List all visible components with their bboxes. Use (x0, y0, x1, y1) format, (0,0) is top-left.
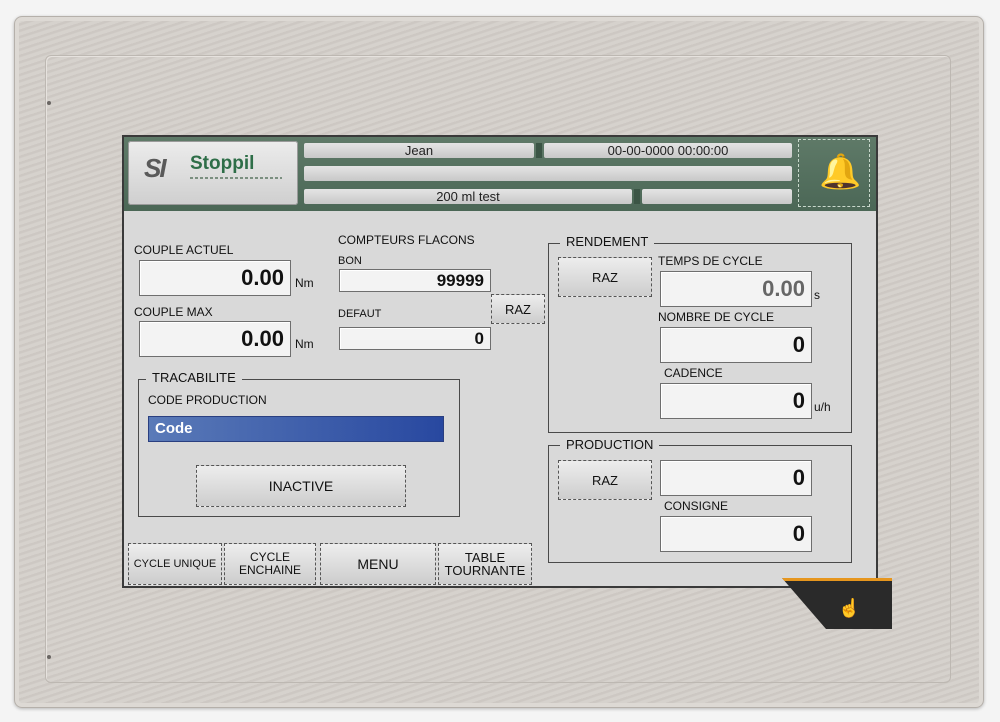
hmi-screen: SI Stoppil Jean 00-00-0000 00:00:00 200 … (122, 135, 878, 588)
production-reset-button[interactable]: RAZ (558, 460, 652, 500)
yield-title: RENDEMENT (560, 234, 655, 249)
production-code-label: CODE PRODUCTION (148, 393, 267, 407)
message-bar (304, 166, 792, 181)
good-count-label: BON (338, 255, 362, 267)
rate-unit: u/h (814, 400, 831, 414)
alarm-button[interactable]: 🔔 (798, 139, 870, 207)
screw (47, 101, 51, 105)
counters-title: COMPTEURS FLACONS (338, 233, 475, 247)
touch-hand-icon: ☝ (838, 598, 861, 618)
rate-value: 0 (660, 383, 812, 419)
inactive-button[interactable]: INACTIVE (196, 465, 406, 507)
good-count-value: 99999 (339, 269, 491, 292)
production-count-value: 0 (660, 460, 812, 496)
traceability-title: TRACABILITE (146, 370, 242, 385)
header-separator (536, 143, 542, 158)
header-bar: SI Stoppil Jean 00-00-0000 00:00:00 200 … (124, 137, 876, 211)
production-title: PRODUCTION (560, 437, 660, 452)
single-cycle-button[interactable]: CYCLE UNIQUE (128, 543, 222, 585)
cycle-count-value: 0 (660, 327, 812, 363)
rotary-table-label-line2: TOURNANTE (444, 563, 526, 578)
max-torque-value: 0.00 (139, 321, 291, 357)
screw (47, 655, 51, 659)
logo-mark: SI (144, 153, 167, 183)
datetime-display: 00-00-0000 00:00:00 (544, 143, 792, 158)
current-torque-unit: Nm (295, 276, 314, 290)
current-torque-label: COUPLE ACTUEL (134, 243, 234, 257)
yield-reset-button[interactable]: RAZ (558, 257, 652, 297)
bell-icon: 🔔 (819, 153, 862, 191)
rate-label: CADENCE (664, 366, 723, 380)
logo-text: Stoppil (190, 153, 255, 174)
defect-count-label: DEFAUT (338, 308, 382, 320)
recipe-display: 200 ml test (304, 189, 632, 204)
cycle-time-unit: s (814, 288, 820, 302)
defect-count-value: 0 (339, 327, 491, 350)
user-display: Jean (304, 143, 534, 158)
chain-cycle-button[interactable]: CYCLE ENCHAINE (224, 543, 316, 585)
menu-button[interactable]: MENU (320, 543, 436, 585)
setpoint-label: CONSIGNE (664, 499, 729, 513)
rotary-table-button[interactable]: TABLE TOURNANTE (438, 543, 532, 585)
max-torque-label: COUPLE MAX (134, 305, 213, 319)
max-torque-unit: Nm (295, 337, 314, 351)
chain-cycle-label-line2: ENCHAINE (238, 563, 301, 577)
logo: SI Stoppil (128, 141, 298, 205)
status-bar (642, 189, 792, 204)
cycle-count-label: NOMBRE DE CYCLE (658, 310, 775, 324)
counters-reset-button[interactable]: RAZ (491, 294, 545, 324)
header-separator (634, 189, 640, 204)
setpoint-value[interactable]: 0 (660, 516, 812, 552)
cycle-time-value: 0.00 (660, 271, 812, 307)
production-code-input[interactable]: Code (148, 416, 444, 442)
logo-underline (190, 177, 282, 179)
cycle-time-label: TEMPS DE CYCLE (658, 254, 763, 268)
current-torque-value: 0.00 (139, 260, 291, 296)
